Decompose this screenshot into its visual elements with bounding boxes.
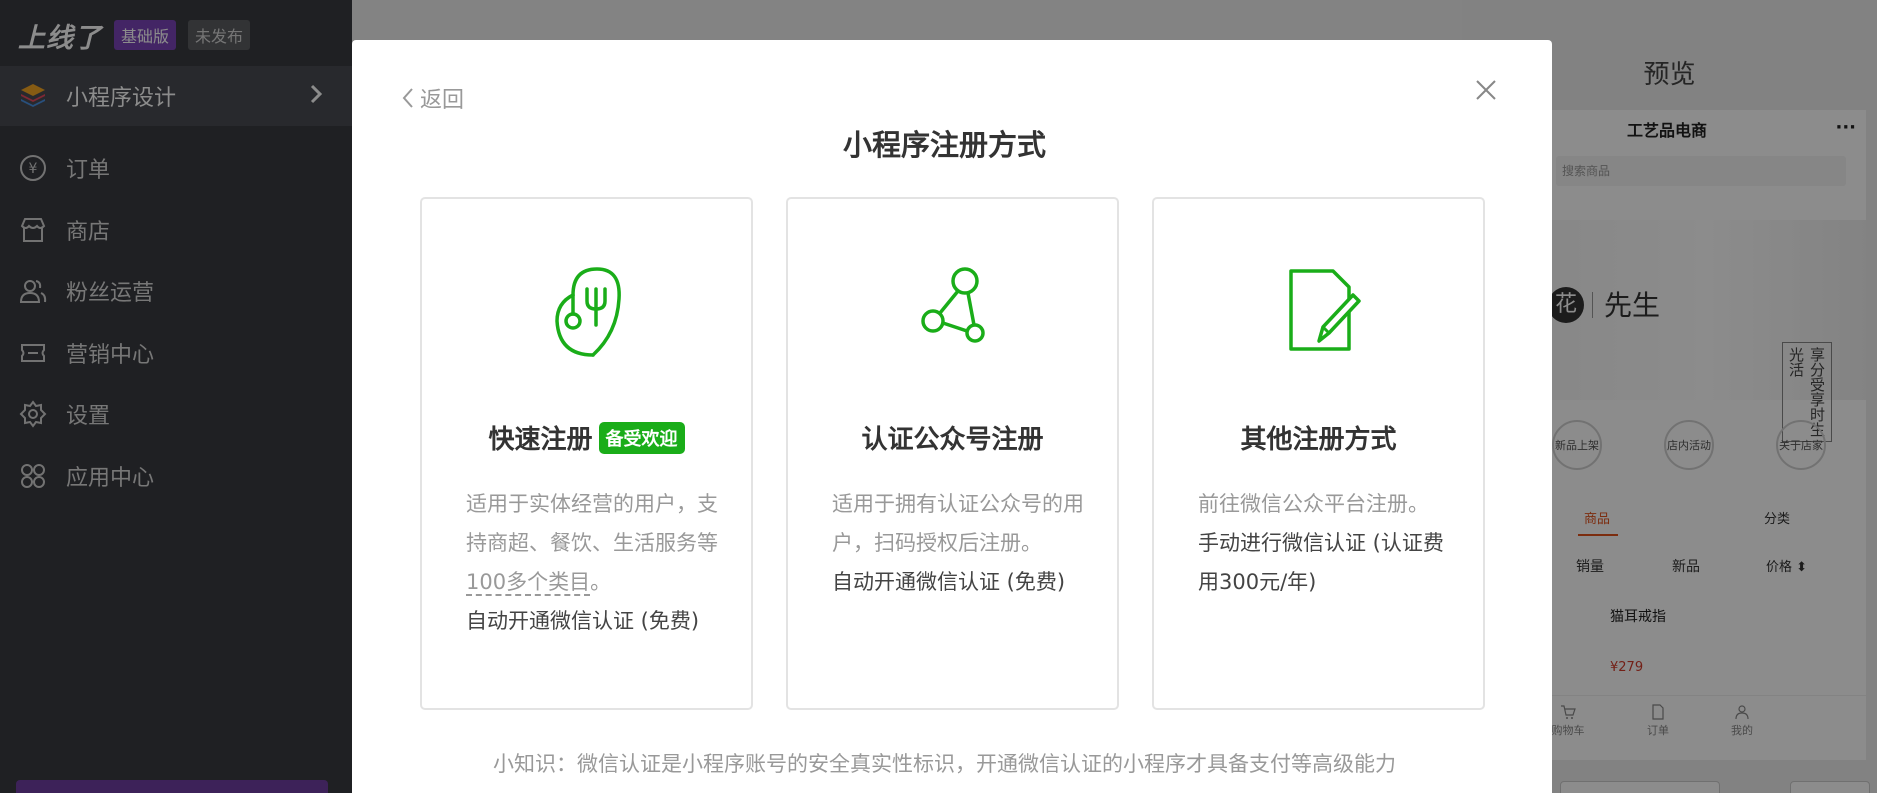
description-text-end: 。 (590, 570, 612, 594)
document-edit-icon (1289, 269, 1361, 351)
popular-badge: 备受欢迎 (598, 421, 685, 454)
share-network-icon (921, 267, 985, 343)
card-other-register[interactable]: 其他注册方式 前往微信公众平台注册。 手动进行微信认证 (认证费用300元/年) (1152, 197, 1485, 710)
back-button[interactable]: 返回 (400, 82, 464, 114)
back-label: 返回 (420, 88, 465, 113)
auth-note: 自动开通微信认证 (免费) (466, 609, 700, 633)
card-title: 认证公众号注册 (788, 419, 1117, 456)
card-title: 快速注册 备受欢迎 (422, 419, 751, 456)
card-title-text: 其他注册方式 (1240, 425, 1397, 455)
registration-modal: 返回 小程序注册方式 快速注册 备受欢迎 适用于实体经营的用户，支持商超、餐饮、… (352, 40, 1552, 793)
tip-text: 小知识：微信认证是小程序账号的安全真实性标识，开通微信认证的小程序才具备支付等高… (493, 752, 1396, 776)
close-icon[interactable] (1474, 78, 1498, 102)
card-title-text: 快速注册 (488, 425, 593, 455)
description-text: 适用于实体经营的用户，支持商超、餐饮、生活服务等 (466, 492, 718, 555)
card-quick-register[interactable]: 快速注册 备受欢迎 适用于实体经营的用户，支持商超、餐饮、生活服务等 100多个类… (420, 197, 753, 710)
card-title-text: 认证公众号注册 (861, 425, 1044, 455)
chevron-left-icon (402, 88, 413, 108)
card-title: 其他注册方式 (1154, 419, 1483, 456)
card-description: 前往微信公众平台注册。 手动进行微信认证 (认证费用300元/年) (1198, 485, 1450, 602)
fork-spoon-icon (555, 267, 621, 357)
description-text: 适用于拥有认证公众号的用户，扫码授权后注册。 (832, 492, 1084, 555)
card-description: 适用于实体经营的用户，支持商超、餐饮、生活服务等 100多个类目。 自动开通微信认… (466, 485, 718, 641)
modal-title: 小程序注册方式 (842, 128, 1046, 162)
auth-note: 手动进行微信认证 (认证费用300元/年) (1198, 531, 1444, 594)
card-official-account-register[interactable]: 认证公众号注册 适用于拥有认证公众号的用户，扫码授权后注册。 自动开通微信认证 … (786, 197, 1119, 710)
categories-link[interactable]: 100多个类目 (466, 570, 591, 596)
card-description: 适用于拥有认证公众号的用户，扫码授权后注册。 自动开通微信认证 (免费) (832, 485, 1084, 602)
description-text: 前往微信公众平台注册。 (1198, 492, 1429, 516)
auth-note: 自动开通微信认证 (免费) (832, 570, 1066, 594)
